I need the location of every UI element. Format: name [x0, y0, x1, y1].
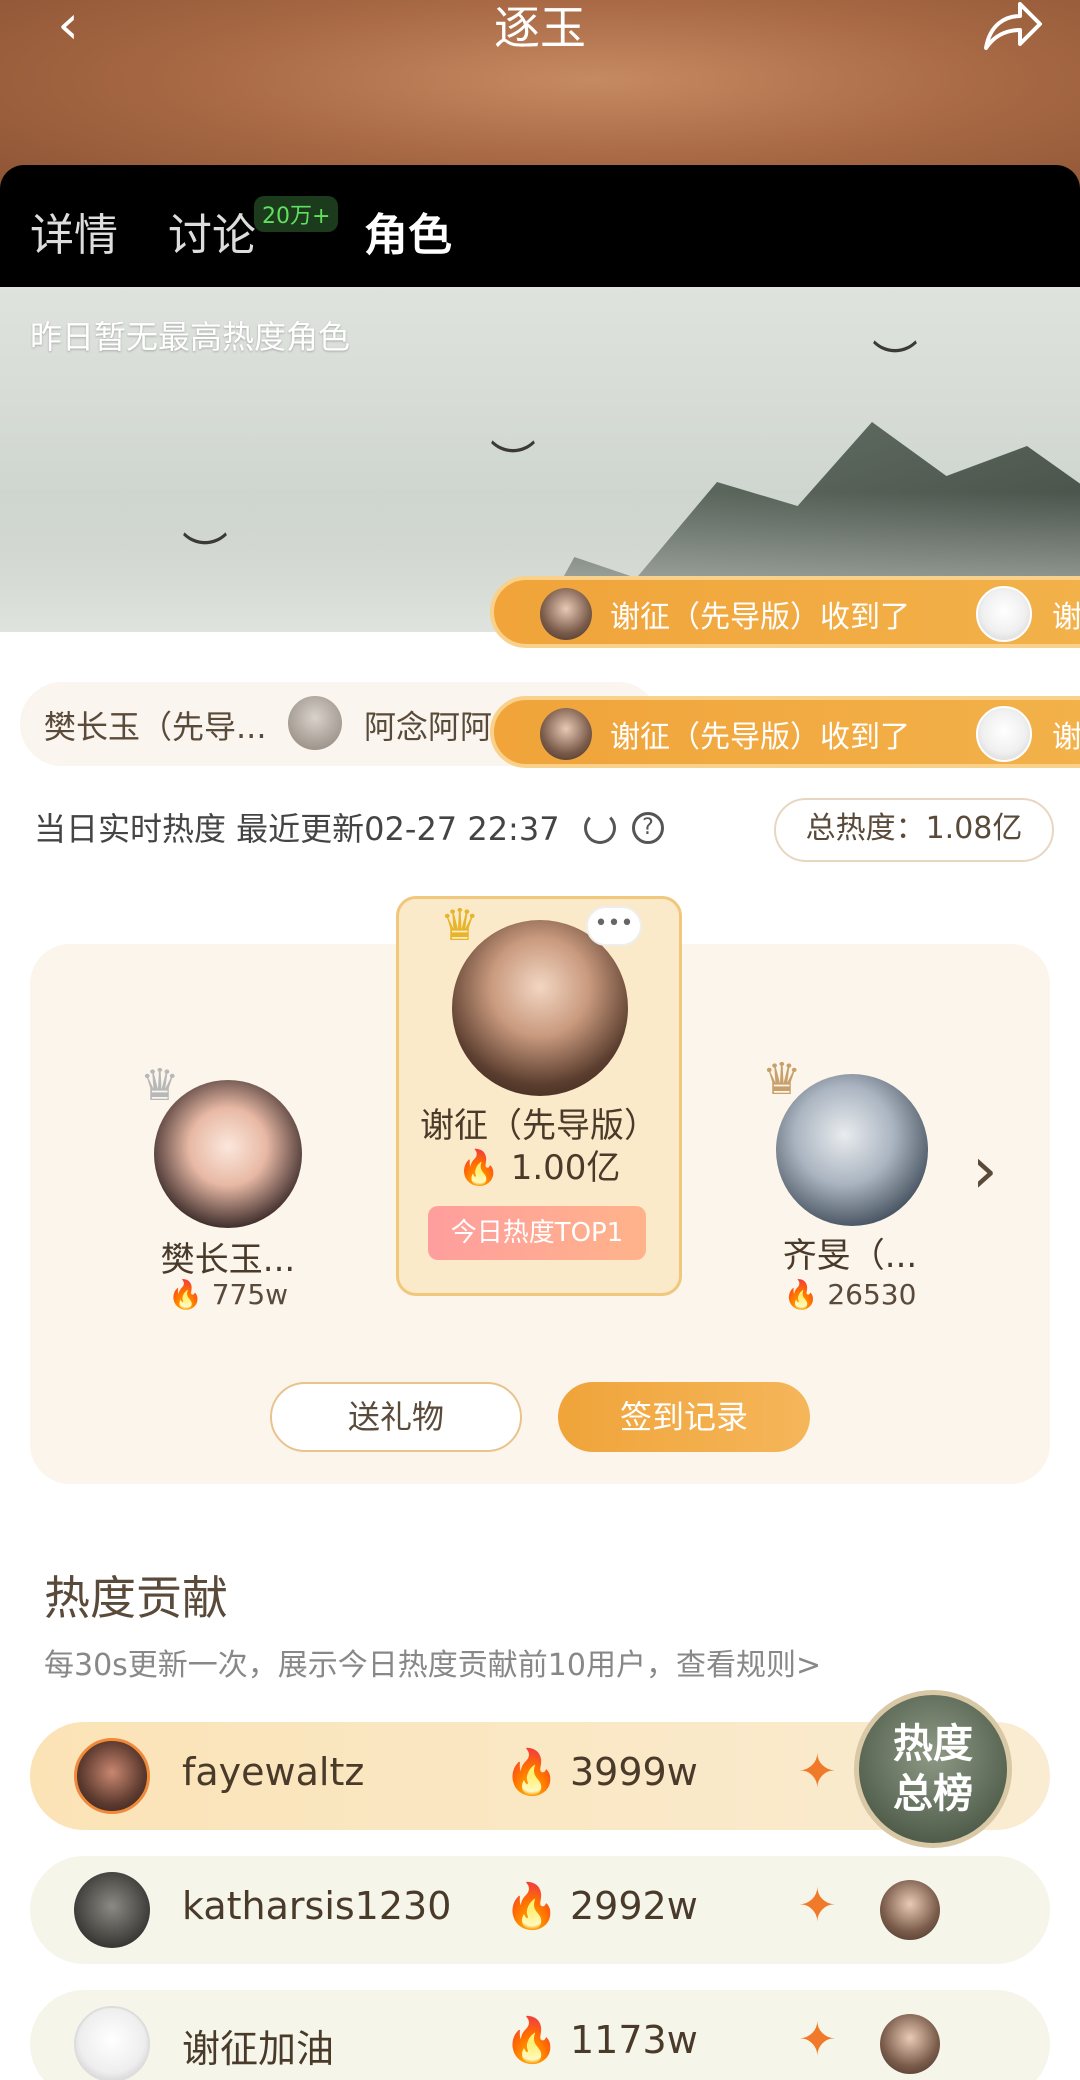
flame-icon: 🔥	[167, 1278, 203, 1311]
crown-icon: ♛	[140, 1060, 180, 1111]
user-heat: 3999w	[570, 1750, 698, 1794]
float-line2: 总榜	[893, 1770, 973, 1817]
marquee-text: 谢征（先导版）收到了	[610, 720, 910, 755]
wand-icon: ✦	[798, 1744, 837, 1798]
more-bubble-icon[interactable]: •••	[586, 906, 642, 946]
avatar	[976, 706, 1032, 762]
character-heat: 🔥 26530	[760, 1278, 940, 1311]
flame-icon: 🔥	[504, 2015, 559, 2066]
sign-record-button[interactable]: 签到记录	[558, 1382, 810, 1452]
user-heat: 1173w	[570, 2018, 698, 2062]
tab-bar: 详情 讨论 角色	[0, 165, 1080, 287]
marquee-tail: 谢	[1052, 720, 1080, 755]
top1-badge: 今日热度TOP1	[428, 1206, 646, 1260]
avatar	[288, 696, 342, 750]
user-name: fayewaltz	[182, 1750, 365, 1794]
share-button[interactable]	[962, 0, 1062, 60]
avatar	[540, 588, 592, 640]
crown-icon: ♛	[762, 1054, 802, 1105]
bird-icon: ︶	[872, 336, 918, 390]
tab-characters[interactable]: 角色	[364, 199, 452, 263]
send-gift-button[interactable]: 送礼物	[270, 1382, 522, 1452]
character-name: 樊长玉...	[160, 1240, 296, 1280]
avatar	[880, 1880, 940, 1940]
page-title: 逐玉	[494, 1, 586, 55]
realtime-heat-label: 当日实时热度 最近更新02-27 22:37	[34, 810, 560, 848]
tab-discussion[interactable]: 讨论	[168, 199, 256, 263]
tab-details[interactable]: 详情	[30, 199, 118, 263]
avatar	[74, 2006, 150, 2080]
bird-icon: ︶	[490, 436, 536, 490]
avatar	[74, 1872, 150, 1948]
avatar	[880, 2014, 940, 2074]
avatar	[540, 708, 592, 760]
user-name: katharsis1230	[182, 1884, 452, 1928]
avatar	[74, 1738, 150, 1814]
rules-link[interactable]: 每30s更新一次，展示今日热度贡献前10用户，查看规则>	[44, 1640, 821, 1684]
heat-value: 1.00亿	[510, 1148, 621, 1188]
share-icon	[984, 2, 1042, 50]
marquee-text: 谢征（先导版）收到了	[610, 600, 910, 635]
user-heat: 2992w	[570, 1884, 698, 1928]
character-name: 齐旻（...	[782, 1236, 918, 1276]
flame-icon: 🔥	[504, 1881, 559, 1932]
wand-icon: ✦	[798, 2012, 837, 2066]
total-heat-box: 总热度：1.08亿	[774, 798, 1054, 862]
help-icon[interactable]: ?	[632, 812, 664, 844]
wand-icon: ✦	[798, 1878, 837, 1932]
character-heat: 🔥 775w	[120, 1278, 336, 1311]
chevron-right-icon[interactable]: ›	[972, 1134, 998, 1208]
strip-name: 樊长玉（先导...	[44, 708, 267, 746]
flame-icon: 🔥	[457, 1148, 500, 1188]
gift-marquee[interactable]: 谢征（先导版）收到了 谢	[490, 576, 1080, 648]
gift-marquee[interactable]: 谢征（先导版）收到了 谢	[490, 696, 1080, 768]
heat-value: 775w	[211, 1278, 289, 1311]
crown-icon: ♛	[440, 900, 480, 951]
character-heat: 🔥 1.00亿	[396, 1140, 682, 1189]
flame-icon: 🔥	[504, 1747, 559, 1798]
discussion-count-badge: 20万+	[254, 196, 339, 232]
flame-icon: 🔥	[783, 1278, 819, 1311]
float-line1: 热度	[893, 1720, 973, 1767]
bird-icon: ︶	[182, 528, 228, 582]
user-name: 谢征加油	[182, 2027, 335, 2071]
heat-value: 26530	[827, 1278, 917, 1311]
marquee-tail: 谢	[1052, 600, 1080, 635]
banner-text: 昨日暂无最高热度角色	[30, 318, 351, 356]
avatar	[976, 586, 1032, 642]
table-row[interactable]: katharsis1230 🔥 2992w ✦	[30, 1856, 1050, 1964]
section-title: 热度贡献	[44, 1571, 228, 1625]
table-row[interactable]: 谢征加油 🔥 1173w ✦	[30, 1990, 1050, 2080]
strip-name: 阿念阿阿	[364, 708, 493, 746]
refresh-icon[interactable]	[584, 812, 616, 844]
heat-total-board-button[interactable]: 热度 总榜	[854, 1690, 1012, 1848]
